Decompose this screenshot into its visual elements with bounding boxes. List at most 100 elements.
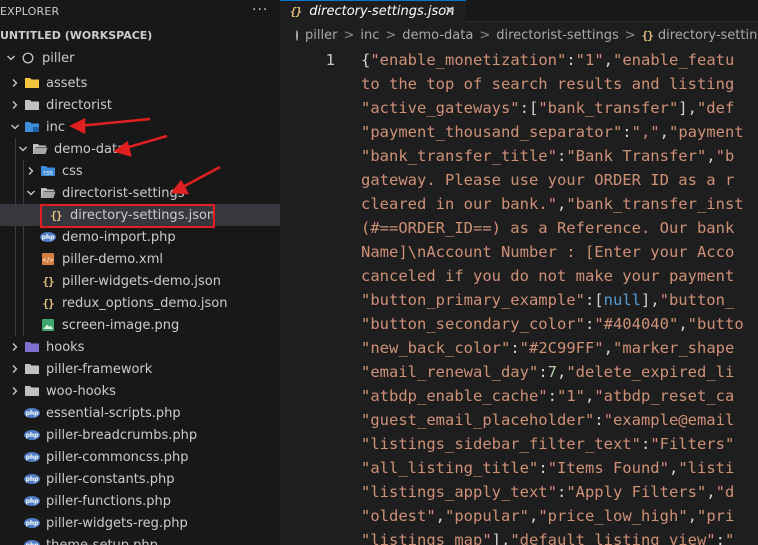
- code-token: ],: [678, 99, 697, 117]
- code-token: ",": [631, 123, 660, 141]
- code-token: "marker_shape: [613, 339, 735, 357]
- code-line: "new_back_color":"#2C99FF","marker_shape: [361, 336, 734, 360]
- code-editor[interactable]: 1 {"enable_monetization":"1","enable_fea…: [280, 48, 758, 545]
- code-token: "active_gateways": [361, 99, 520, 117]
- code-line: "listings_apply_text":"Apply Filters","d: [361, 480, 734, 504]
- code-token: :: [538, 459, 548, 477]
- tab-directory-settings[interactable]: {} directory-settings.json ×: [280, 0, 466, 22]
- explorer-sidebar: EXPLORER ··· UNTITLED (WORKSPACE) piller…: [0, 0, 280, 545]
- breadcrumb-separator-icon: >: [343, 27, 355, 43]
- code-token: ,: [678, 315, 688, 333]
- breadcrumb-item[interactable]: directorist-settings: [496, 28, 618, 43]
- code-token: "listi: [678, 459, 735, 477]
- code-token: ,: [556, 195, 567, 213]
- code-token: ,: [529, 507, 539, 525]
- code-token: :: [510, 339, 520, 357]
- code-token: "#2C99FF": [519, 339, 604, 357]
- arrowhead-directorist-settings: [170, 179, 190, 195]
- editor-tab-bar: {} directory-settings.json ×: [280, 0, 758, 22]
- breadcrumb-item[interactable]: piller: [305, 28, 337, 43]
- code-line: canceled if you do not make your payment: [361, 264, 734, 288]
- code-token: :[: [584, 291, 604, 309]
- breadcrumb-item[interactable]: directory-settings.json: [658, 28, 758, 43]
- code-token: "button_: [659, 291, 735, 309]
- code-token: "Items Found": [547, 459, 669, 477]
- code-token: "atbdp_reset_ca: [594, 387, 735, 405]
- code-line: "button_primary_example":[null],"button_: [361, 288, 734, 312]
- code-token: "payment_thousand_separator": [361, 123, 623, 141]
- code-token: "b: [715, 147, 735, 165]
- arrow-to-inc: [77, 117, 151, 128]
- json-file-icon: {}: [290, 5, 302, 18]
- arrow-to-directorist-settings: [178, 165, 221, 191]
- code-token: "button_secondary_color": [361, 315, 585, 333]
- code-token: :: [556, 147, 567, 165]
- code-line: "all_listing_title":"Items Found","listi: [361, 456, 734, 480]
- code-line: gateway. Please use your ORDER ID as a r: [361, 168, 734, 192]
- code-token: :: [566, 51, 576, 69]
- code-token: ],: [640, 291, 660, 309]
- code-token: 7: [547, 363, 557, 381]
- code-line: (#==ORDER_ID==) as a Reference. Our bank: [361, 216, 734, 240]
- code-token: "listings_map": [361, 531, 492, 545]
- breadcrumb-item[interactable]: inc: [360, 28, 379, 43]
- annotation-arrows: [69, 117, 221, 195]
- code-token: null: [603, 291, 641, 309]
- code-token: to the top of search results and listing: [361, 75, 735, 93]
- code-token: "Filters": [650, 435, 735, 453]
- code-line: "listings_sidebar_filter_text":"Filters": [361, 432, 734, 456]
- code-token: :: [538, 363, 548, 381]
- line-number: 1: [325, 51, 335, 69]
- code-token: "listings_sidebar_filter_text": [361, 435, 641, 453]
- code-token: "atbdp_enable_cache": [361, 387, 548, 405]
- code-token: :: [640, 435, 651, 453]
- code-line: "active_gateways":["bank_transfer"],"def: [361, 96, 734, 120]
- code-token: cleared in our bank.": [361, 195, 557, 213]
- code-line: "bank_transfer_title":"Bank Transfer","b: [361, 144, 734, 168]
- code-token: ": [724, 531, 735, 545]
- code-token: gateway. Please use your ORDER ID as a r: [361, 171, 735, 189]
- breadcrumb: piller > inc > demo-data > directorist-setting…: [280, 24, 758, 46]
- code-token: "oldest": [361, 507, 436, 525]
- code-token: canceled if you do not make your payment: [361, 267, 735, 285]
- code-token: :[: [519, 99, 539, 117]
- code-token: :: [547, 387, 557, 405]
- code-token: "Bank Transfer": [566, 147, 707, 165]
- code-token: ,: [557, 363, 567, 381]
- code-token: "popular": [445, 507, 529, 525]
- code-line: "atbdp_enable_cache":"1","atbdp_reset_ca: [361, 384, 734, 408]
- code-token: "Apply Filters": [566, 483, 707, 501]
- arrowhead-inc: [69, 117, 86, 135]
- code-token: ,: [584, 387, 595, 405]
- code-token: "bank_transfer": [538, 99, 679, 117]
- breadcrumb-separator-icon: >: [624, 27, 636, 43]
- code-line: {"enable_monetization":"1","enable_featu: [361, 48, 734, 72]
- code-line: "email_renewal_day":7,"delete_expired_li: [361, 360, 734, 384]
- code-line: cleared in our bank.","bank_transfer_ins…: [361, 192, 744, 216]
- json-file-icon: {}: [641, 28, 654, 42]
- code-token: "example@email: [603, 411, 735, 429]
- code-token: ,: [668, 459, 679, 477]
- code-token: "all_listing_title": [361, 459, 539, 477]
- code-token: {: [361, 51, 371, 69]
- code-token: "new_back_color": [361, 339, 511, 357]
- code-token: "button_primary_example": [361, 291, 585, 309]
- code-token: "listings_apply_text": [361, 483, 557, 501]
- close-icon[interactable]: ×: [444, 3, 456, 19]
- code-token: ],: [491, 531, 511, 545]
- code-token: "enable_monetization": [370, 51, 567, 69]
- breadcrumb-separator-icon: >: [479, 27, 491, 43]
- code-token: "enable_featu: [613, 51, 735, 69]
- code-token: "1": [575, 51, 604, 69]
- code-token: "pri: [697, 507, 735, 525]
- code-token: :: [556, 483, 567, 501]
- code-token: "price_low_high": [538, 507, 688, 525]
- root-circle-icon: [296, 29, 298, 41]
- breadcrumb-item[interactable]: demo-data: [402, 28, 473, 43]
- code-token: ,: [603, 339, 613, 357]
- code-token: "1": [556, 387, 585, 405]
- code-line: "guest_email_placeholder":"example@email: [361, 408, 734, 432]
- code-line: "button_secondary_color":"#404040","butt…: [361, 312, 744, 336]
- code-token: "d: [715, 483, 735, 501]
- code-token: "email_renewal_day": [361, 363, 539, 381]
